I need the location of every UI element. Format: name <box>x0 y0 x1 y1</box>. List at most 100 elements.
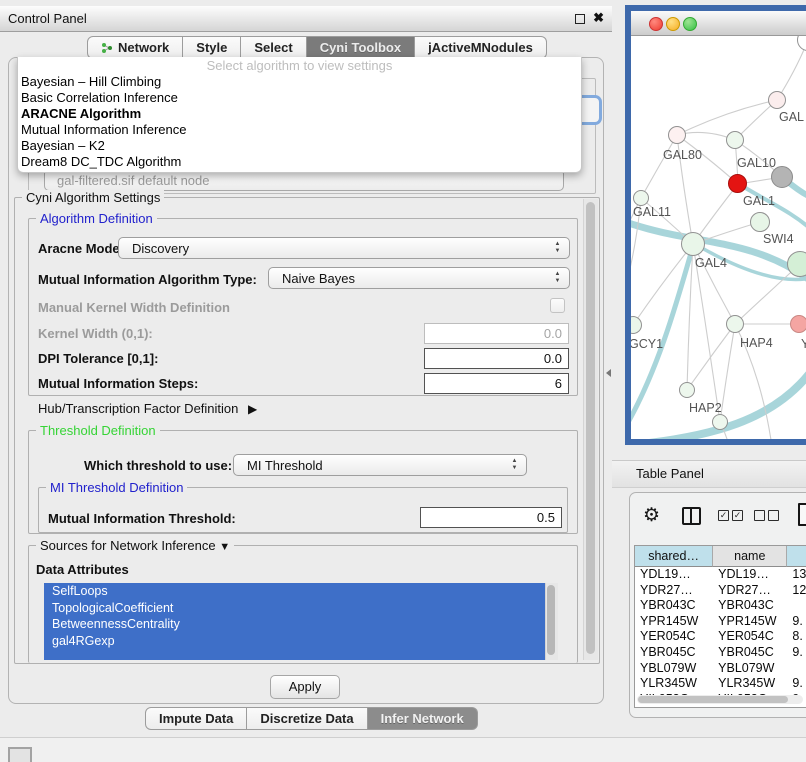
checked-checkboxes-icon[interactable]: ✓✓ <box>718 510 746 528</box>
sources-group-title[interactable]: Sources for Network Inference ▼ <box>36 538 234 553</box>
apply-button[interactable]: Apply <box>270 675 340 699</box>
status-strip <box>0 737 806 762</box>
list-item[interactable]: gal4RGexp <box>44 633 545 650</box>
table-panel: ⚙ ✓✓ shared… name YDL19… YDL19… 13 <box>629 492 806 718</box>
dropdown-item[interactable]: Mutual Information Inference <box>21 122 186 137</box>
tab-select[interactable]: Select <box>241 36 306 59</box>
control-panel-titlebar: Control Panel ✖ <box>0 6 612 32</box>
table-row[interactable]: YDL19… YDL19… 13 <box>635 567 806 583</box>
hub-definition-disclosure[interactable]: Hub/Transcription Factor Definition ▶ <box>38 401 257 416</box>
gear-icon[interactable]: ⚙ <box>643 504 660 527</box>
list-scrollbar-thumb[interactable] <box>547 585 555 655</box>
column-header-shared-name[interactable]: shared… <box>635 546 713 567</box>
settings-scrollbar-thumb[interactable] <box>586 202 595 654</box>
close-icon[interactable]: ✖ <box>593 10 604 26</box>
data-attributes-list: SelfLoops TopologicalCoefficient Between… <box>44 583 545 660</box>
kernel-width-label: Kernel Width (0,1): <box>38 326 153 341</box>
network-canvas[interactable]: GAL GAL80 GAL10 GAL1 GAL11 SWI4 GAL4 GCY… <box>631 36 806 440</box>
network-node-hap4[interactable] <box>726 315 744 333</box>
table-hscrollbar-thumb[interactable] <box>638 696 788 703</box>
unchecked-checkboxes-icon[interactable] <box>754 510 782 528</box>
table-row[interactable]: YER054C YER054C 8. <box>635 629 806 645</box>
which-threshold-combo[interactable]: MI Threshold ▲▼ <box>233 454 527 476</box>
dpi-tolerance-field[interactable]: 0.0 <box>424 348 569 369</box>
network-view-window: GAL GAL80 GAL10 GAL1 GAL11 SWI4 GAL4 GCY… <box>625 5 806 445</box>
cyni-algorithm-settings-title: Cyni Algorithm Settings <box>22 190 164 205</box>
aracne-mode-combo[interactable]: Discovery ▲▼ <box>118 237 570 259</box>
panel-splitter-handle[interactable] <box>606 369 611 377</box>
kernel-width-field[interactable]: 0.0 <box>424 323 569 344</box>
network-node-salmon[interactable] <box>790 315 806 333</box>
window-minimize-button[interactable] <box>666 17 680 31</box>
network-node[interactable] <box>787 251 806 277</box>
list-item[interactable]: BetweennessCentrality <box>44 616 545 633</box>
tab-impute-data[interactable]: Impute Data <box>145 707 247 730</box>
mi-threshold-field[interactable]: 0.5 <box>420 507 562 528</box>
split-columns-icon[interactable] <box>682 507 701 525</box>
panel-corner-button[interactable] <box>8 747 32 762</box>
triangle-down-icon: ▼ <box>219 541 230 553</box>
tab-jactivemnodules[interactable]: jActiveMNodules <box>415 36 547 59</box>
chevron-updown-icon: ▲▼ <box>510 458 519 472</box>
network-node-gal11[interactable] <box>633 190 649 206</box>
dpi-tolerance-label: DPI Tolerance [0,1]: <box>38 351 158 366</box>
column-header-name[interactable]: name <box>713 546 787 567</box>
control-panel-title: Control Panel <box>8 6 87 31</box>
float-window-icon[interactable] <box>575 14 585 24</box>
manual-kernel-width-label: Manual Kernel Width Definition <box>38 300 230 315</box>
table-body: YDL19… YDL19… 13 YDR27… YDR27… 12 YBR043… <box>635 567 806 707</box>
mi-algorithm-type-combo[interactable]: Naive Bayes ▲▼ <box>268 267 570 289</box>
window-close-button[interactable] <box>649 17 663 31</box>
network-node-swi4[interactable] <box>750 212 770 232</box>
table-row[interactable]: YDR27… YDR27… 12 <box>635 583 806 599</box>
mi-steps-field[interactable]: 6 <box>424 373 569 394</box>
network-node[interactable] <box>768 91 786 109</box>
triangle-right-icon: ▶ <box>248 402 257 416</box>
network-node-gal10[interactable] <box>726 131 744 149</box>
tab-network[interactable]: Network <box>87 36 183 59</box>
node-label: GCY1 <box>631 337 663 351</box>
column-header-clipped[interactable] <box>787 546 806 567</box>
network-node-selected[interactable] <box>728 174 747 193</box>
mi-threshold-group-title: MI Threshold Definition <box>46 480 187 495</box>
tab-discretize-data[interactable]: Discretize Data <box>247 707 367 730</box>
network-node-gal80[interactable] <box>668 126 686 144</box>
window-zoom-button[interactable] <box>683 17 697 31</box>
tab-style[interactable]: Style <box>183 36 241 59</box>
tab-infer-network[interactable]: Infer Network <box>368 707 478 730</box>
mi-steps-label: Mutual Information Steps: <box>38 376 198 391</box>
manual-kernel-width-checkbox[interactable] <box>550 298 565 313</box>
list-item[interactable]: TopologicalCoefficient <box>44 600 545 617</box>
dropdown-item[interactable]: Basic Correlation Inference <box>21 90 178 105</box>
network-node-hap2[interactable] <box>679 382 695 398</box>
application-window: Control Panel ✖ Network Style Select Cyn… <box>0 0 806 762</box>
threshold-definition-title: Threshold Definition <box>36 423 160 438</box>
table-row[interactable]: YBR045C YBR045C 9. <box>635 645 806 661</box>
dropdown-item[interactable]: Bayesian – Hill Climbing <box>21 74 161 89</box>
network-node-gal4[interactable] <box>681 232 705 256</box>
algorithm-dropdown-placeholder: Select algorithm to view settings <box>18 58 581 73</box>
tab-cyni-toolbox[interactable]: Cyni Toolbox <box>307 36 415 59</box>
dropdown-item-selected[interactable]: ARACNE Algorithm <box>21 106 141 121</box>
document-icon[interactable] <box>798 503 806 526</box>
table-header-row: shared… name <box>635 546 806 567</box>
list-item[interactable]: SelfLoops <box>44 583 545 600</box>
node-label: HAP2 <box>689 401 722 415</box>
node-label: GAL80 <box>663 148 702 162</box>
chevron-updown-icon: ▲▼ <box>553 271 562 285</box>
table-row[interactable]: YLR345W YLR345W 9. <box>635 676 806 692</box>
node-table: shared… name YDL19… YDL19… 13 YDR27… YDR… <box>634 545 806 708</box>
algorithm-definition-title: Algorithm Definition <box>36 211 157 226</box>
table-hscrollbar-track[interactable] <box>637 695 803 704</box>
chevron-updown-icon: ▲▼ <box>553 241 562 255</box>
dropdown-item[interactable]: Bayesian – K2 <box>21 138 105 153</box>
table-row[interactable]: YBL079W YBL079W <box>635 661 806 677</box>
table-row[interactable]: YBR043C YBR043C <box>635 598 806 614</box>
table-row[interactable]: YPR145W YPR145W 9. <box>635 614 806 630</box>
algorithm-dropdown-list: Select algorithm to view settings Bayesi… <box>17 57 582 173</box>
dropdown-item[interactable]: Dream8 DC_TDC Algorithm <box>21 154 181 169</box>
network-node[interactable] <box>712 414 728 430</box>
mi-threshold-label: Mutual Information Threshold: <box>48 511 236 526</box>
node-label: SWI4 <box>763 232 794 246</box>
data-attributes-label: Data Attributes <box>36 562 129 577</box>
